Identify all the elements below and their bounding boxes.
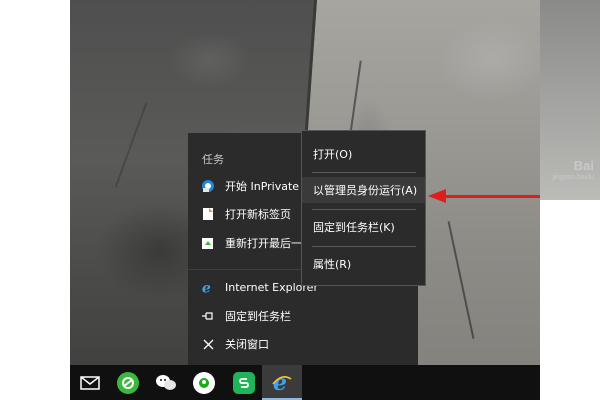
svg-text:e: e <box>202 280 211 294</box>
menu-properties[interactable]: 属性(R) <box>302 251 425 277</box>
taskbar: e <box>70 365 540 400</box>
menu-separator <box>312 172 416 173</box>
side-margin: Bai jingyan.baidu <box>540 0 600 400</box>
annotation-arrow-head <box>428 189 446 203</box>
menu-open[interactable]: 打开(O) <box>302 141 425 167</box>
reopen-session-icon <box>201 236 215 250</box>
context-menu: 打开(O) 以管理员身份运行(A) 固定到任务栏(K) 属性(R) <box>301 130 426 286</box>
wechat-icon[interactable] <box>146 365 186 400</box>
close-label: 关闭窗口 <box>225 338 269 351</box>
pin-to-taskbar[interactable]: 固定到任务栏 <box>188 302 418 330</box>
360-browser-icon[interactable] <box>108 365 148 400</box>
menu-run-as-admin[interactable]: 以管理员身份运行(A) <box>302 177 425 203</box>
qihoo-icon[interactable] <box>184 365 224 400</box>
mail-icon[interactable] <box>70 365 110 400</box>
task-label: 打开新标签页 <box>225 208 291 221</box>
wps-icon[interactable] <box>224 365 264 400</box>
ie-taskbar-icon[interactable]: e <box>262 365 302 400</box>
menu-separator <box>312 209 416 210</box>
close-window[interactable]: 关闭窗口 <box>188 330 418 358</box>
menu-pin-to-taskbar[interactable]: 固定到任务栏(K) <box>302 214 425 240</box>
pin-icon <box>201 309 215 323</box>
watermark: Bai jingyan.baidu <box>552 158 594 181</box>
new-tab-icon <box>201 207 215 221</box>
task-label: 重新打开最后一 <box>225 237 302 250</box>
pin-label: 固定到任务栏 <box>225 310 291 323</box>
ie-inprivate-icon <box>201 179 215 193</box>
jump-list-section-title: 任务 <box>202 153 224 166</box>
ie-icon: e <box>201 280 215 294</box>
menu-separator <box>312 246 416 247</box>
close-icon <box>201 337 215 351</box>
annotation-arrow-shaft <box>444 195 540 198</box>
